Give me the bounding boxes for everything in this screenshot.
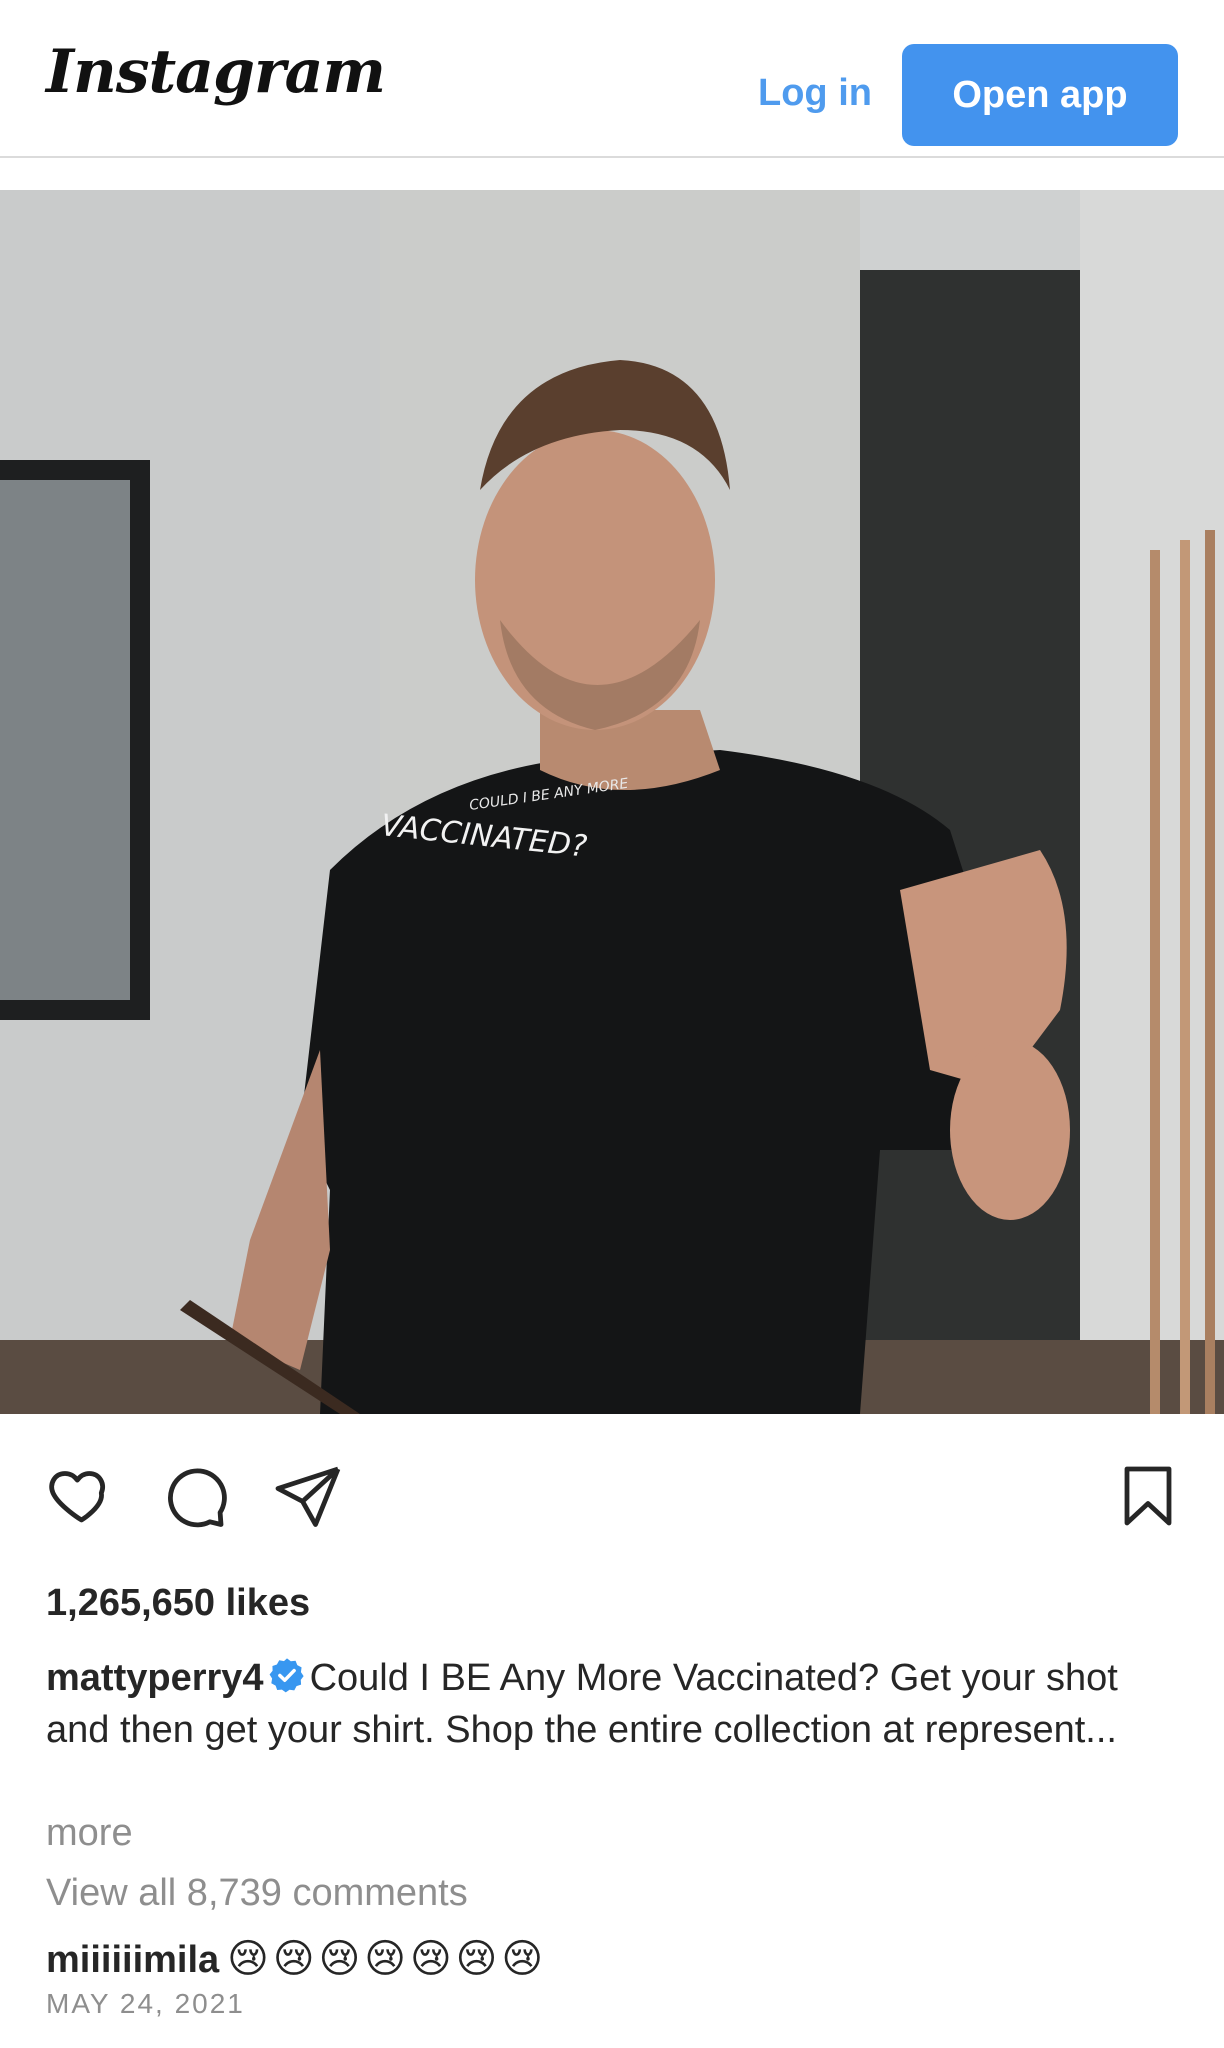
caption-username[interactable]: mattyperry4 [46,1657,264,1699]
verified-badge-icon [269,1658,304,1693]
instagram-logo[interactable]: Instagram [46,42,386,102]
post-image[interactable]: COULD I BE ANY MORE VACCINATED? [0,190,1224,1414]
more-link[interactable]: more [46,1812,133,1855]
post-caption: mattyperry4 Could I BE Any More Vaccinate… [46,1652,1166,1756]
comment-text: 😢😢😢😢😢😢😢 [227,1936,548,1982]
heart-icon[interactable] [44,1460,116,1532]
comment-bubble-icon[interactable] [158,1460,230,1532]
post-photo-illustration: COULD I BE ANY MORE VACCINATED? [0,190,1224,1414]
post-actions [0,1460,1224,1540]
comment-username[interactable]: miiiiiimila [46,1939,219,1981]
login-link[interactable]: Log in [758,72,872,115]
open-app-button[interactable]: Open app [902,44,1178,146]
post-date: MAY 24, 2021 [46,1988,245,2019]
likes-count[interactable]: 1,265,650 likes [46,1582,310,1625]
bookmark-icon[interactable] [1112,1460,1184,1532]
view-all-comments-link[interactable]: View all 8,739 comments [46,1872,468,1915]
top-comment: miiiiiimila 😢😢😢😢😢😢😢 [46,1936,547,1982]
top-bar: Instagram Log in Open app [0,0,1224,158]
paper-plane-icon[interactable] [272,1460,344,1532]
